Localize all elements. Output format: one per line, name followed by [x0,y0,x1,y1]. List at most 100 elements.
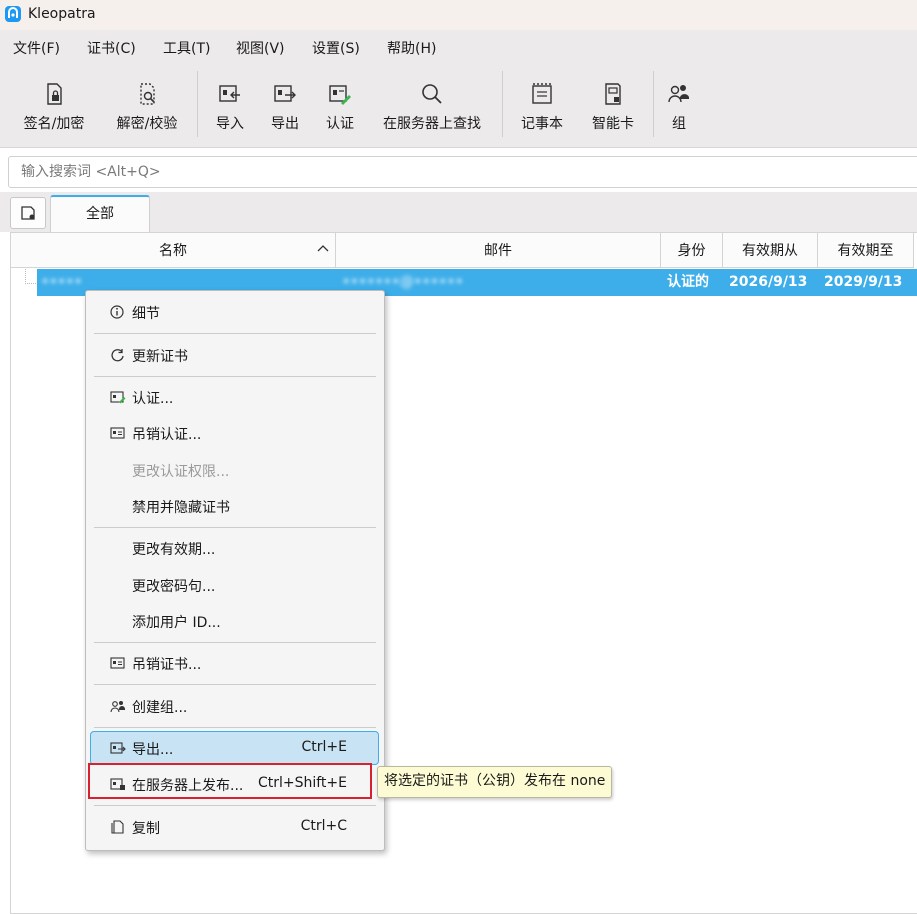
search-input[interactable] [19,163,903,181]
menu-help[interactable]: 帮助(H) [387,38,436,58]
groups-button[interactable]: 组 [663,63,695,143]
annotation-highlight-box [88,763,372,799]
ctx-export[interactable]: 导出... Ctrl+E [90,731,379,765]
tab-all[interactable]: 全部 [50,195,150,234]
decrypt-verify-icon [140,83,155,105]
ctx-revoke-certificate-label: 吊销证书... [132,657,202,673]
row-valid-until: 2029/9/13 [824,274,903,290]
ctx-copy[interactable]: 复制 Ctrl+C [90,810,379,844]
column-header-email[interactable]: 邮件 [336,233,661,268]
ctx-export-shortcut: Ctrl+E [301,739,348,755]
menu-certificates[interactable]: 证书(C) [87,38,136,58]
ctx-update-certificate[interactable]: 更新证书 [90,338,379,372]
ctx-certify-label: 认证... [132,391,174,407]
toolbar-separator [197,71,198,137]
ctx-add-user-id[interactable]: 添加用户 ID... [90,604,379,638]
groups-label: 组 [672,116,686,132]
sign-encrypt-button[interactable]: 签名/加密 [14,63,94,143]
column-header-email-label: 邮件 [484,243,512,259]
toolbar: 签名/加密 解密/校验 导入 导出 认证 在服务器上查找 记事本 智能卡 组 [0,63,917,148]
ctx-change-expiry[interactable]: 更改有效期... [90,531,379,565]
column-header-valid-from[interactable]: 有效期从 [723,233,818,268]
ctx-change-passphrase-label: 更改密码句... [132,579,216,595]
column-header-valid-until-label: 有效期至 [837,243,894,259]
menu-separator [94,805,376,806]
certify-icon [329,85,351,105]
notepad-button[interactable]: 记事本 [514,63,570,143]
menu-separator [94,333,376,334]
menu-separator [94,376,376,377]
column-header-validity-label: 身份 [677,243,706,259]
sign-encrypt-label: 签名/加密 [23,116,85,132]
ctx-disable-hide-certificate-label: 禁用并隐藏证书 [132,500,230,516]
tab-bar: 全部 [0,192,917,234]
ctx-revoke-certification[interactable]: 吊销认证... [90,416,379,450]
revoke-certification-icon [110,427,125,439]
notepad-label: 记事本 [521,116,563,132]
menu-separator [94,727,376,728]
ctx-change-certification-power: 更改认证权限... [90,453,379,487]
lookup-on-server-button[interactable]: 在服务器上查找 [376,63,488,143]
ctx-details[interactable]: 细节 [90,295,379,329]
toolbar-separator [502,71,503,137]
certify-label: 认证 [326,116,354,132]
ctx-details-label: 细节 [132,306,160,322]
smartcard-icon [605,83,621,105]
column-header-name-label: 名称 [159,243,187,259]
decrypt-verify-button[interactable]: 解密/校验 [106,63,188,143]
column-header-validity[interactable]: 身份 [661,233,723,268]
export-label: 导出 [271,116,299,132]
menu-file[interactable]: 文件(F) [13,38,60,58]
ctx-revoke-certificate[interactable]: 吊销证书... [90,646,379,680]
menu-view[interactable]: 视图(V) [236,38,285,58]
ctx-copy-label: 复制 [132,821,160,837]
search-box [8,156,917,188]
ctx-change-certification-power-label: 更改认证权限... [132,464,230,480]
revoke-certificate-icon [110,657,125,669]
menu-separator [94,527,376,528]
ctx-certify[interactable]: 认证... [90,380,379,414]
column-header-valid-from-label: 有效期从 [742,243,798,259]
new-tab-button[interactable] [10,197,46,229]
menu-settings[interactable]: 设置(S) [312,38,360,58]
toolbar-separator [653,71,654,137]
column-header-valid-until[interactable]: 有效期至 [818,233,914,268]
sort-ascending-icon [317,245,329,252]
info-icon [110,305,124,319]
menu-separator [94,642,376,643]
import-button[interactable]: 导入 [210,63,250,143]
tree-branch-line [25,269,36,284]
ctx-revoke-certification-label: 吊销认证... [132,427,202,443]
ctx-disable-hide-certificate[interactable]: 禁用并隐藏证书 [90,489,379,523]
row-email: •••••••@•••••• [342,274,464,290]
groups-icon [668,85,689,103]
menu-separator [94,684,376,685]
ctx-change-expiry-label: 更改有效期... [132,542,216,558]
smartcard-label: 智能卡 [592,116,634,132]
notepad-icon [532,83,552,104]
ctx-create-group[interactable]: 创建组... [90,689,379,723]
kleopatra-logo-icon [5,6,21,22]
row-valid-from: 2026/9/13 [729,274,808,290]
ctx-add-user-id-label: 添加用户 ID... [132,615,221,631]
group-icon [110,701,125,713]
menu-bar: 文件(F) 证书(C) 工具(T) 视图(V) 设置(S) 帮助(H) [0,30,917,63]
menu-tools[interactable]: 工具(T) [163,38,210,58]
ctx-copy-shortcut: Ctrl+C [300,818,347,834]
column-header-name[interactable]: 名称 [11,233,336,268]
export-icon [274,85,296,102]
export-button[interactable]: 导出 [265,63,305,143]
new-tab-icon [21,206,35,220]
lookup-on-server-label: 在服务器上查找 [383,116,481,132]
ctx-create-group-label: 创建组... [132,700,188,716]
certify-button[interactable]: 认证 [320,63,360,143]
ctx-update-certificate-label: 更新证书 [132,349,188,365]
smartcard-button[interactable]: 智能卡 [585,63,641,143]
ctx-change-passphrase[interactable]: 更改密码句... [90,568,379,602]
decrypt-verify-label: 解密/校验 [116,116,178,132]
search-icon [422,84,442,104]
title-bar: Kleopatra [0,0,917,30]
ctx-export-label: 导出... [132,742,174,758]
import-label: 导入 [216,116,244,132]
tooltip: 将选定的证书（公钥）发布在 none [377,766,613,798]
